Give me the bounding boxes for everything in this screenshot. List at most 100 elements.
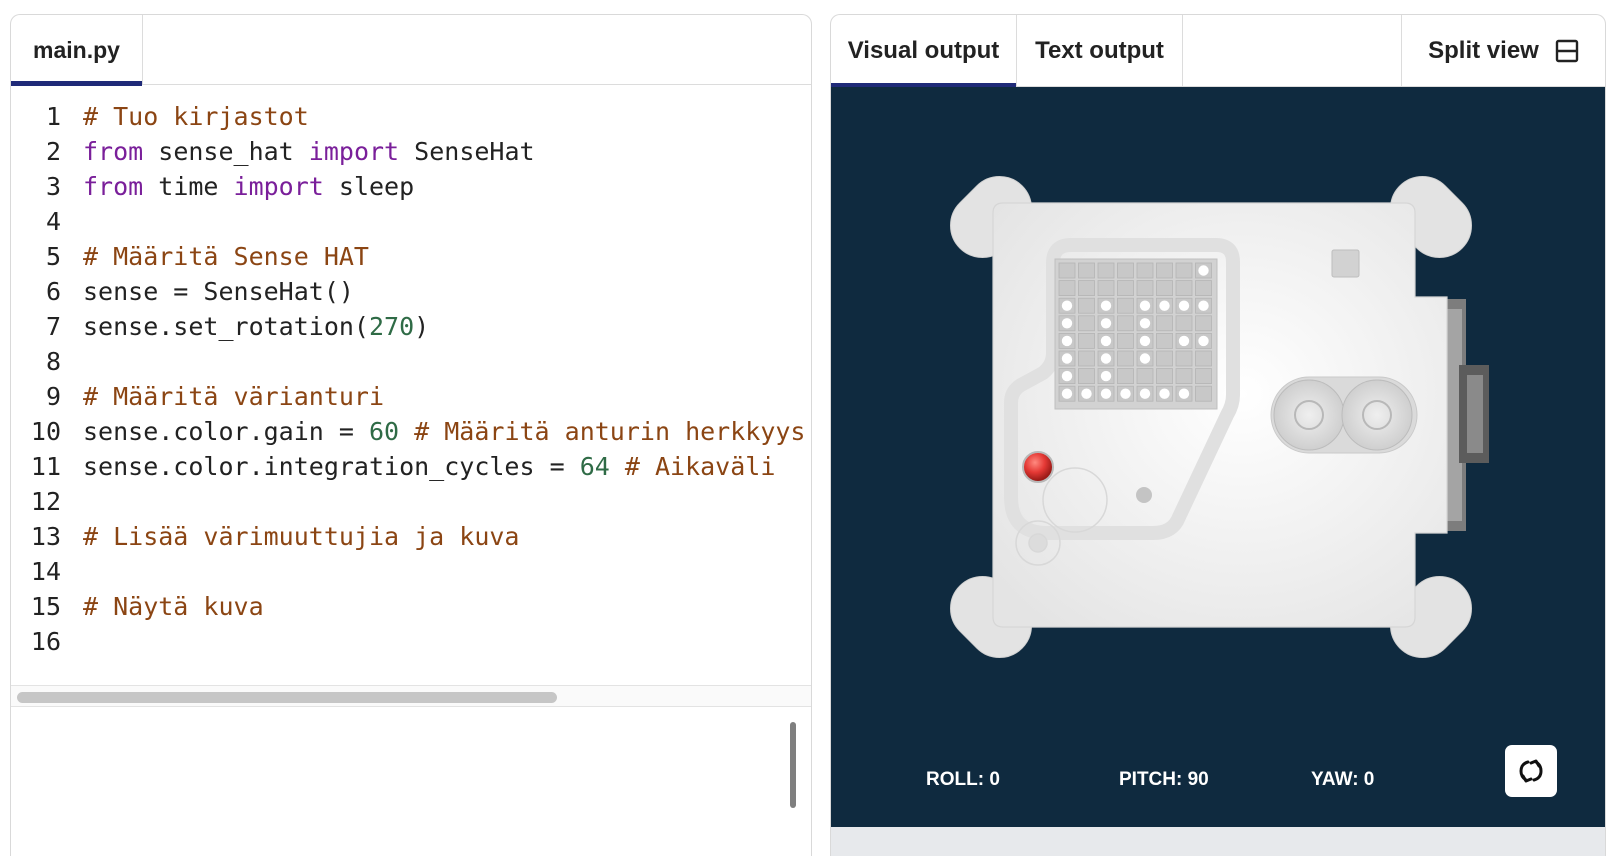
code-text: sense.color.integration_cycles = 64 # Ai… [83, 449, 775, 485]
led-cell [1058, 262, 1076, 279]
code-text: # Lisää värimuuttujia ja kuva [83, 519, 520, 555]
code-token: # Lisää värimuuttujia ja kuva [83, 522, 520, 551]
line-number: 14 [30, 557, 61, 586]
led-cell [1156, 315, 1173, 332]
led-cell [1136, 262, 1154, 279]
line-number: 11 [30, 452, 61, 481]
tab-text-output[interactable]: Text output [1017, 15, 1183, 87]
code-token: # Aikaväli [609, 452, 776, 481]
code-line[interactable]: 13 # Lisää värimuuttujia ja kuva [11, 519, 811, 555]
led-matrix [1054, 258, 1218, 410]
led-cell [1175, 262, 1193, 279]
code-line[interactable]: 15 # Näytä kuva [11, 589, 811, 625]
board-pin-dot [1136, 487, 1152, 503]
yaw-readout: YAW: 0 [1311, 769, 1375, 790]
led-cell [1156, 350, 1173, 367]
led-pixel-on [1198, 265, 1209, 276]
code-line[interactable]: 3 from time import sleep [11, 169, 811, 205]
code-text: # Määritä Sense HAT [83, 239, 369, 275]
code-editor-panel: main.py 1 # Tuo kirjastot 2 from sense_hat … [10, 14, 812, 856]
line-number: 13 [30, 522, 61, 551]
code-text: from sense_hat import SenseHat [83, 134, 535, 170]
code-token: 60 [368, 417, 400, 446]
pitch-readout: PITCH: 90 [1119, 769, 1209, 790]
led-pixel-on [1198, 300, 1209, 311]
code-line[interactable]: 12 [11, 484, 811, 520]
code-token: import [308, 137, 400, 166]
led-pixel-on [1139, 335, 1151, 347]
code-line[interactable]: 14 [11, 554, 811, 590]
tab-text-output-label: Text output [1035, 37, 1164, 64]
panel-resize-handle[interactable] [790, 722, 796, 808]
roll-readout: ROLL: 0 [926, 769, 1000, 790]
led-cell [1156, 368, 1173, 385]
file-tab-main-py[interactable]: main.py [11, 15, 143, 86]
reset-orientation-button[interactable] [1505, 745, 1557, 797]
led-cell [1136, 280, 1154, 297]
led-cell [1097, 280, 1115, 297]
led-pixel-on [1100, 388, 1112, 399]
split-view-button[interactable]: Split view [1401, 15, 1605, 87]
led-cell [1156, 280, 1173, 297]
led-cell [1078, 297, 1095, 314]
led-pixel-on [1198, 335, 1209, 347]
split-view-label: Split view [1428, 37, 1539, 64]
output-panel: Visual output Text output Split view ROL… [830, 14, 1606, 856]
led-pixel-on [1139, 388, 1151, 399]
code-token: 270 [368, 312, 415, 341]
line-number: 10 [30, 417, 61, 446]
led-cell [1175, 350, 1193, 367]
led-cell [1117, 350, 1134, 367]
code-token: sleep [323, 172, 415, 201]
code-line[interactable]: 10 sense.color.gain = 60 # Määritä anturi… [11, 414, 811, 450]
led-pixel-on [1178, 300, 1190, 311]
line-number: 7 [45, 312, 61, 341]
led-cell [1136, 368, 1154, 385]
code-token: # Määritä anturin herkkyys [399, 417, 806, 446]
sense-hat-board[interactable] [831, 87, 1606, 827]
led-cell [1078, 350, 1095, 367]
tab-visual-output[interactable]: Visual output [831, 15, 1017, 88]
code-line[interactable]: 9 # Määritä värianturi [11, 379, 811, 415]
code-text: sense = SenseHat() [83, 274, 354, 310]
split-view-icon [1555, 39, 1579, 63]
horizontal-scrollbar[interactable] [11, 685, 811, 707]
line-number: 15 [30, 592, 61, 621]
line-number: 9 [45, 382, 61, 411]
code-area[interactable]: 1 # Tuo kirjastot 2 from sense_hat import S… [11, 99, 811, 675]
code-token: # Määritä Sense HAT [83, 242, 369, 271]
led-pixel-on [1061, 335, 1073, 347]
led-cell [1078, 262, 1095, 279]
code-line[interactable]: 16 [11, 624, 811, 660]
tab-visual-output-label: Visual output [847, 37, 1000, 64]
joystick-housing[interactable] [1270, 376, 1418, 454]
led-cell [1078, 368, 1095, 385]
code-line[interactable]: 5 # Määritä Sense HAT [11, 239, 811, 275]
led-cell [1058, 280, 1076, 297]
line-number: 2 [45, 137, 61, 166]
code-line[interactable]: 11 sense.color.integration_cycles = 64 # … [11, 449, 811, 485]
led-pixel-on [1139, 353, 1151, 364]
led-cell [1078, 315, 1095, 332]
code-line[interactable]: 6 sense = SenseHat() [11, 274, 811, 310]
code-text: sense.set_rotation(270) [83, 309, 429, 345]
led-cell [1117, 315, 1134, 332]
led-cell [1195, 385, 1212, 402]
led-pixel-on [1139, 318, 1151, 329]
led-pixel-on [1061, 300, 1073, 311]
led-pixel-on [1178, 388, 1190, 399]
reset-rotation-icon [1519, 759, 1543, 783]
led-pixel-on [1100, 300, 1112, 311]
code-line[interactable]: 1 # Tuo kirjastot [11, 99, 811, 135]
line-number: 4 [45, 207, 61, 236]
led-pixel-on [1100, 353, 1112, 364]
code-line[interactable]: 2 from sense_hat import SenseHat [11, 134, 811, 170]
code-line[interactable]: 7 sense.set_rotation(270) [11, 309, 811, 345]
output-bottom-strip [831, 827, 1605, 856]
code-token: sense.set_rotation( [83, 312, 369, 341]
code-line[interactable]: 4 [11, 204, 811, 240]
scrollbar-thumb[interactable] [17, 692, 557, 703]
code-line[interactable]: 8 [11, 344, 811, 380]
line-number: 12 [30, 487, 61, 516]
code-token: sense.color.gain = [83, 417, 369, 446]
